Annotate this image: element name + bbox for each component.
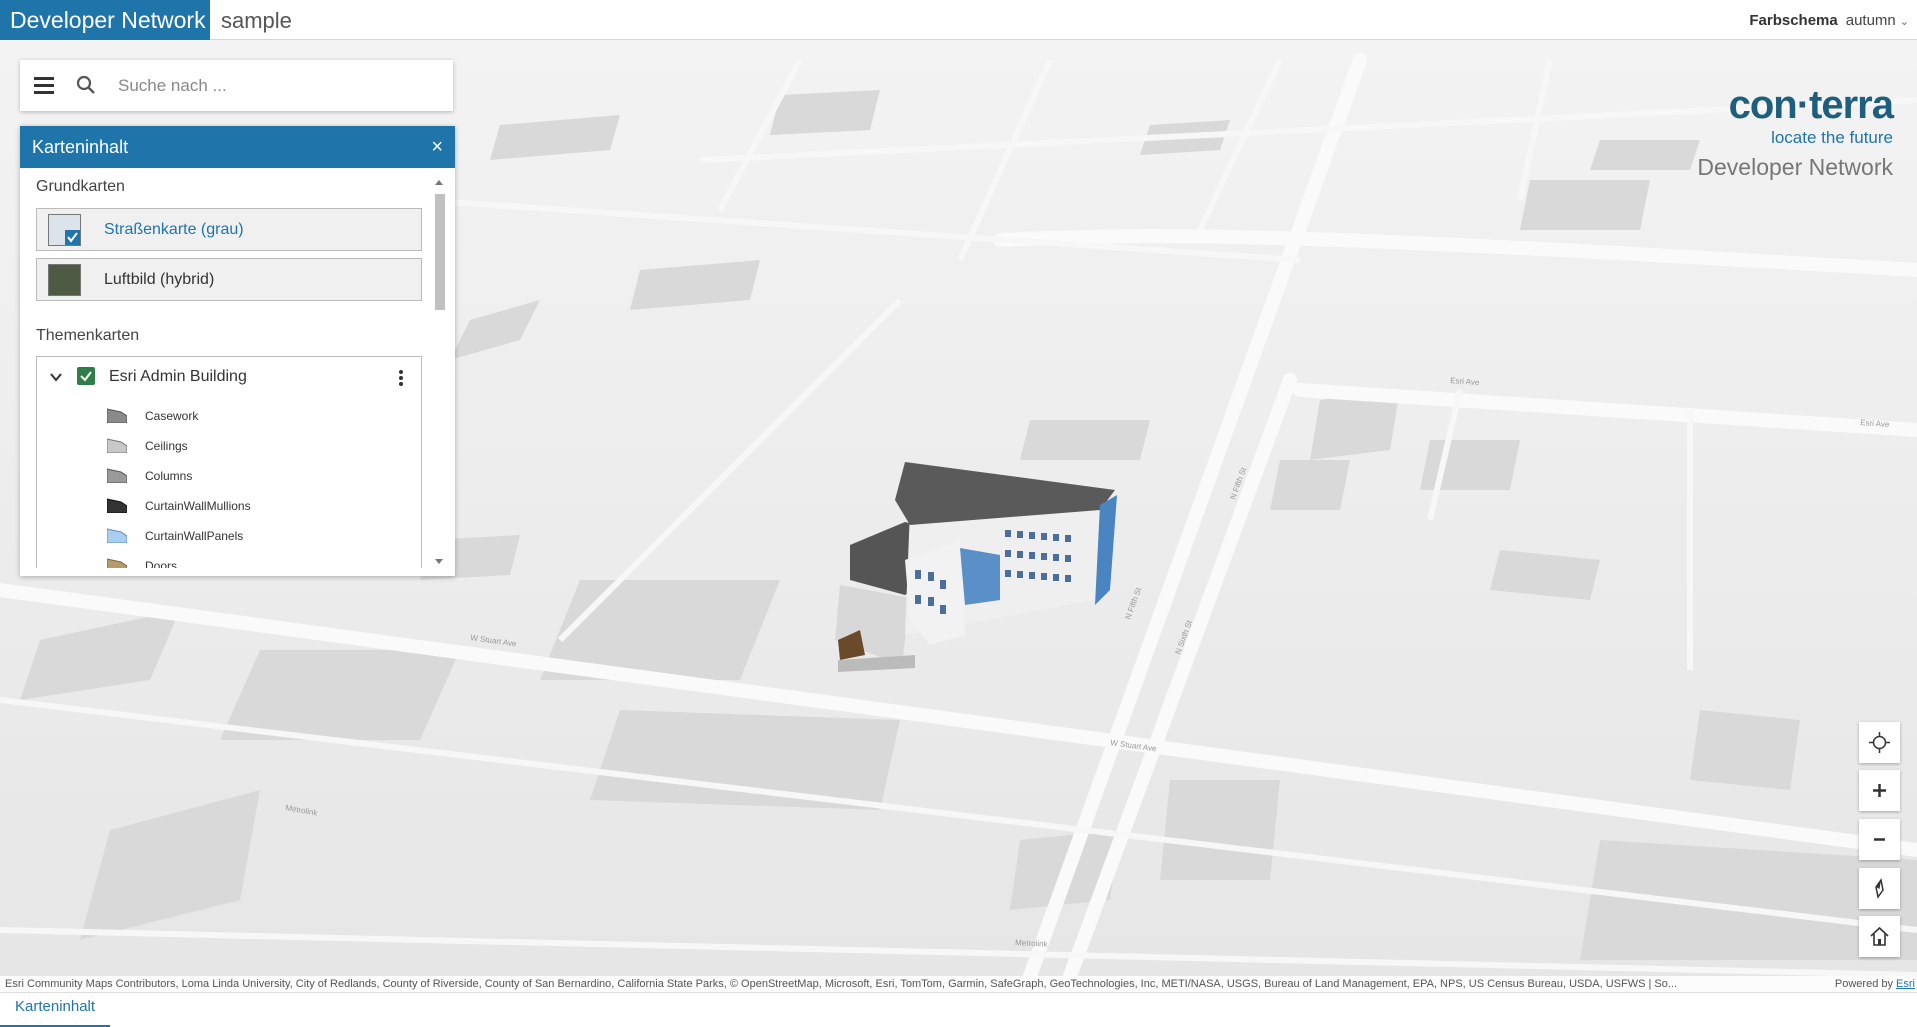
logo-wordmark: con·terra xyxy=(1728,83,1894,127)
tab-map-content[interactable]: Karteninhalt xyxy=(0,993,111,1027)
basemap-street-gray[interactable]: Straßenkarte (grau) xyxy=(36,208,422,251)
sublayer-item[interactable]: CurtainWallMullions xyxy=(107,491,407,521)
zoom-in-icon xyxy=(1873,784,1886,797)
chevron-down-icon: ⌄ xyxy=(1899,16,1909,28)
home-icon xyxy=(1870,926,1889,946)
more-options-icon[interactable] xyxy=(399,369,405,387)
sublayer-item[interactable]: Columns xyxy=(107,461,407,491)
conterra-logo: con·terra locate the future Developer Ne… xyxy=(1697,83,1894,181)
basemap-label: Luftbild (hybrid) xyxy=(104,271,215,288)
thememaps-section-title: Themenkarten xyxy=(36,327,140,344)
search-bar xyxy=(20,60,453,111)
logo-tagline: locate the future xyxy=(1771,128,1893,147)
sublayer-item[interactable]: Casework xyxy=(107,401,407,431)
search-icon xyxy=(76,75,95,94)
sublayer-swatch-icon xyxy=(107,438,127,453)
powered-by-label: Powered by xyxy=(1834,978,1893,990)
sublayer-item[interactable]: CurtainWallPanels xyxy=(107,521,407,551)
layer-esri-admin-building[interactable]: Esri Admin Building xyxy=(37,357,421,397)
sublayer-label: Casework xyxy=(145,409,199,423)
zoom-out-icon xyxy=(1874,838,1885,841)
zoom-in-button[interactable] xyxy=(1859,770,1900,811)
panel-title: Karteninhalt xyxy=(32,137,129,157)
basemap-aerial-hybrid[interactable]: Luftbild (hybrid) xyxy=(36,258,422,301)
sublayer-item[interactable]: Doors xyxy=(107,551,407,568)
panel-scrollbar[interactable] xyxy=(432,174,448,566)
basemaps-section-title: Grundkarten xyxy=(36,178,125,195)
close-icon[interactable]: × xyxy=(431,126,443,168)
basemap-label: Straßenkarte (grau) xyxy=(104,221,244,238)
layer-list: Esri Admin Building Casework Ceilings Co… xyxy=(36,356,422,568)
bottom-dock: Karteninhalt xyxy=(0,992,1917,1027)
app-name: sample xyxy=(221,8,292,33)
locate-icon xyxy=(1869,732,1890,753)
checkmark-icon xyxy=(65,230,80,245)
sublayer-label: Columns xyxy=(145,469,193,483)
compass-icon xyxy=(1875,878,1884,899)
sublayer-swatch-icon xyxy=(107,468,127,483)
hamburger-menu-icon[interactable] xyxy=(32,74,56,98)
scroll-down-icon[interactable] xyxy=(435,559,443,564)
scroll-up-icon[interactable] xyxy=(435,180,443,185)
home-button[interactable] xyxy=(1859,916,1900,957)
sublayer-label: CurtainWallPanels xyxy=(145,529,244,543)
basemap-thumbnail xyxy=(48,264,81,296)
layer-checkbox[interactable] xyxy=(77,367,95,385)
sublayer-swatch-icon xyxy=(107,528,127,543)
chevron-down-icon[interactable] xyxy=(49,370,63,384)
scrollbar-thumb[interactable] xyxy=(435,194,445,310)
panel-header: Karteninhalt × xyxy=(20,126,455,168)
sublayer-label: Doors xyxy=(145,559,178,568)
logo-subtitle: Developer Network xyxy=(1697,154,1893,180)
top-bar: Developer Network sample Farbschema autum… xyxy=(0,0,1917,40)
powered-by: Powered by Esri xyxy=(1835,976,1915,992)
sublayer-swatch-icon xyxy=(107,408,127,423)
sublayer-label: CurtainWallMullions xyxy=(145,499,251,513)
esri-link[interactable]: Esri xyxy=(1896,978,1915,990)
layer-name: Esri Admin Building xyxy=(109,368,247,385)
attribution-text: Esri Community Maps Contributors, Loma L… xyxy=(5,978,1678,990)
sublayer-item[interactable]: Ceilings xyxy=(107,431,407,461)
sublayer-swatch-icon xyxy=(107,558,127,568)
brand-title[interactable]: Developer Network xyxy=(0,0,210,40)
color-scheme-label: Farbschema xyxy=(1749,12,1838,29)
map-content-panel: Karteninhalt × Grundkarten Straßenkarte … xyxy=(20,126,455,576)
search-input[interactable] xyxy=(118,70,438,102)
color-scheme-value: autumn xyxy=(1845,12,1896,29)
sublayer-label: Ceilings xyxy=(145,439,188,453)
street-label: Metrolink xyxy=(1015,938,1049,949)
color-scheme-selector[interactable]: Farbschema autumn ⌄ xyxy=(1749,0,1909,43)
basemap-thumbnail xyxy=(48,214,81,246)
zoom-out-button[interactable] xyxy=(1859,819,1900,860)
locate-button[interactable] xyxy=(1859,722,1900,763)
compass-button[interactable] xyxy=(1859,868,1900,909)
panel-body: Grundkarten Straßenkarte (grau) Luftbild… xyxy=(20,168,455,568)
attribution-bar: Esri Community Maps Contributors, Loma L… xyxy=(0,976,1917,992)
sublayer-swatch-icon xyxy=(107,498,127,513)
